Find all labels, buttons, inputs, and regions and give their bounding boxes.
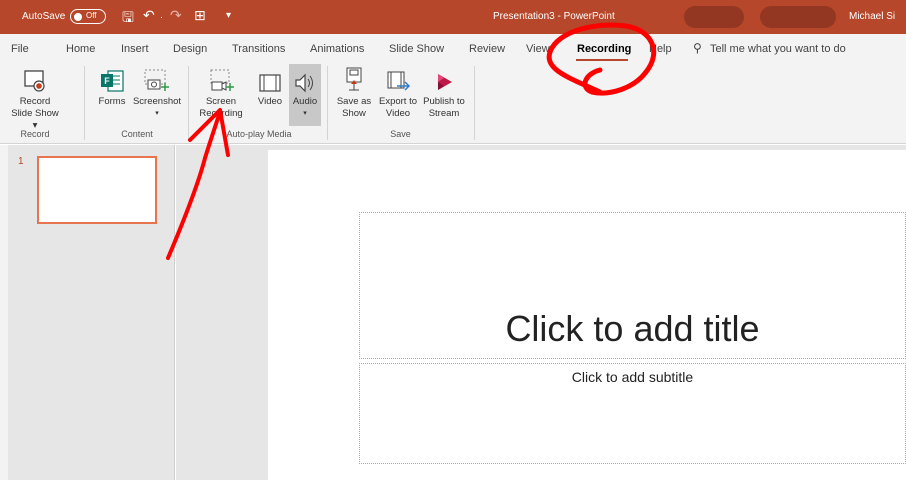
screenshot-label: Screenshot bbox=[132, 96, 182, 107]
tell-me-search[interactable]: Tell me what you want to do bbox=[710, 43, 846, 55]
forms-button[interactable]: F Forms bbox=[92, 64, 132, 126]
blurred-region bbox=[684, 6, 744, 28]
screenshot-dropdown-icon[interactable]: ▾ bbox=[132, 108, 182, 120]
tab-view[interactable]: View bbox=[526, 43, 550, 55]
toggle-knob bbox=[74, 13, 82, 21]
autosave-label: AutoSave bbox=[22, 11, 66, 22]
slide-number: 1 bbox=[18, 156, 24, 167]
group-separator bbox=[84, 66, 85, 140]
redo-icon[interactable]: ↷ bbox=[170, 7, 182, 24]
svg-text:F: F bbox=[104, 76, 110, 86]
audio-button[interactable]: Audio ▾ bbox=[289, 64, 321, 126]
document-title: Presentation3 - PowerPoint bbox=[493, 11, 615, 22]
save-as-show-label: Save as Show bbox=[336, 96, 372, 119]
stream-icon bbox=[421, 64, 467, 94]
save-as-show-icon bbox=[334, 64, 374, 94]
screen-recording-icon bbox=[196, 64, 246, 94]
forms-label: Forms bbox=[98, 96, 126, 107]
tab-animations[interactable]: Animations bbox=[310, 43, 364, 55]
group-label-record: Record bbox=[20, 129, 50, 139]
title-placeholder-text: Click to add title bbox=[505, 308, 760, 349]
video-button[interactable]: Video bbox=[253, 64, 287, 126]
tab-transitions[interactable]: Transitions bbox=[232, 43, 285, 55]
group-separator bbox=[474, 66, 475, 140]
film-icon bbox=[253, 64, 287, 94]
undo-icon[interactable]: ↶ bbox=[143, 7, 155, 24]
user-name[interactable]: Michael Si bbox=[849, 11, 895, 22]
forms-icon: F bbox=[92, 64, 132, 94]
ribbon-tabs: File Home Insert Design Transitions Anim… bbox=[0, 34, 906, 62]
tab-help[interactable]: Help bbox=[649, 43, 672, 55]
publish-to-stream-button[interactable]: Publish to Stream bbox=[421, 64, 467, 126]
screen-recording-label: Screen Recording bbox=[199, 96, 243, 119]
group-label-save: Save bbox=[390, 129, 411, 139]
blurred-region bbox=[760, 6, 836, 28]
tab-home[interactable]: Home bbox=[66, 43, 95, 55]
tab-file[interactable]: File bbox=[11, 43, 29, 55]
screenshot-icon bbox=[132, 64, 182, 94]
pane-edge bbox=[0, 145, 8, 480]
undo-dropdown-icon[interactable]: · bbox=[160, 12, 163, 22]
active-tab-indicator bbox=[576, 59, 628, 61]
group-label-autoplay-media: Auto-play Media bbox=[226, 129, 292, 139]
video-label: Video bbox=[257, 96, 283, 107]
audio-label: Audio bbox=[292, 96, 318, 107]
export-to-video-label: Export to Video bbox=[378, 96, 418, 119]
record-slide-show-icon bbox=[3, 64, 67, 94]
autosave-toggle[interactable]: Off bbox=[70, 9, 106, 24]
tab-insert[interactable]: Insert bbox=[121, 43, 149, 55]
screen-recording-button[interactable]: Screen Recording bbox=[196, 64, 246, 126]
publish-to-stream-label: Publish to Stream bbox=[423, 96, 465, 119]
presentation-icon[interactable]: ⊞ bbox=[194, 7, 206, 24]
tab-review[interactable]: Review bbox=[469, 43, 505, 55]
lightbulb-search-icon[interactable]: ⚲ bbox=[693, 41, 702, 55]
speaker-icon bbox=[289, 64, 321, 94]
ribbon: Record Slide Show ▾ Record F Forms Scree… bbox=[0, 62, 906, 144]
subtitle-placeholder-text: Click to add subtitle bbox=[571, 369, 694, 385]
slide-thumbnail-pane: 1 bbox=[0, 145, 175, 480]
customize-qat-icon[interactable]: ▾ bbox=[226, 10, 231, 21]
group-separator bbox=[188, 66, 189, 140]
group-separator bbox=[327, 66, 328, 140]
autosave-state: Off bbox=[86, 11, 97, 20]
export-to-video-button[interactable]: Export to Video bbox=[376, 64, 420, 126]
save-as-show-button[interactable]: Save as Show bbox=[334, 64, 374, 126]
export-video-icon bbox=[376, 64, 420, 94]
tab-recording[interactable]: Recording bbox=[577, 43, 631, 55]
record-slide-show-button[interactable]: Record Slide Show ▾ bbox=[3, 64, 67, 131]
group-label-content: Content bbox=[121, 129, 153, 139]
audio-dropdown-icon[interactable]: ▾ bbox=[289, 108, 321, 120]
tab-design[interactable]: Design bbox=[173, 43, 207, 55]
screenshot-button[interactable]: Screenshot ▾ bbox=[132, 64, 182, 126]
title-bar: AutoSave Off 🖫 ↶ · ↷ ⊞ ▾ Presentation3 -… bbox=[0, 0, 906, 34]
save-icon[interactable]: 🖫 bbox=[122, 7, 134, 31]
slide-thumbnail[interactable] bbox=[37, 156, 157, 224]
record-slide-show-label: Record Slide Show ▾ bbox=[11, 96, 59, 131]
tab-slide-show[interactable]: Slide Show bbox=[389, 43, 444, 55]
